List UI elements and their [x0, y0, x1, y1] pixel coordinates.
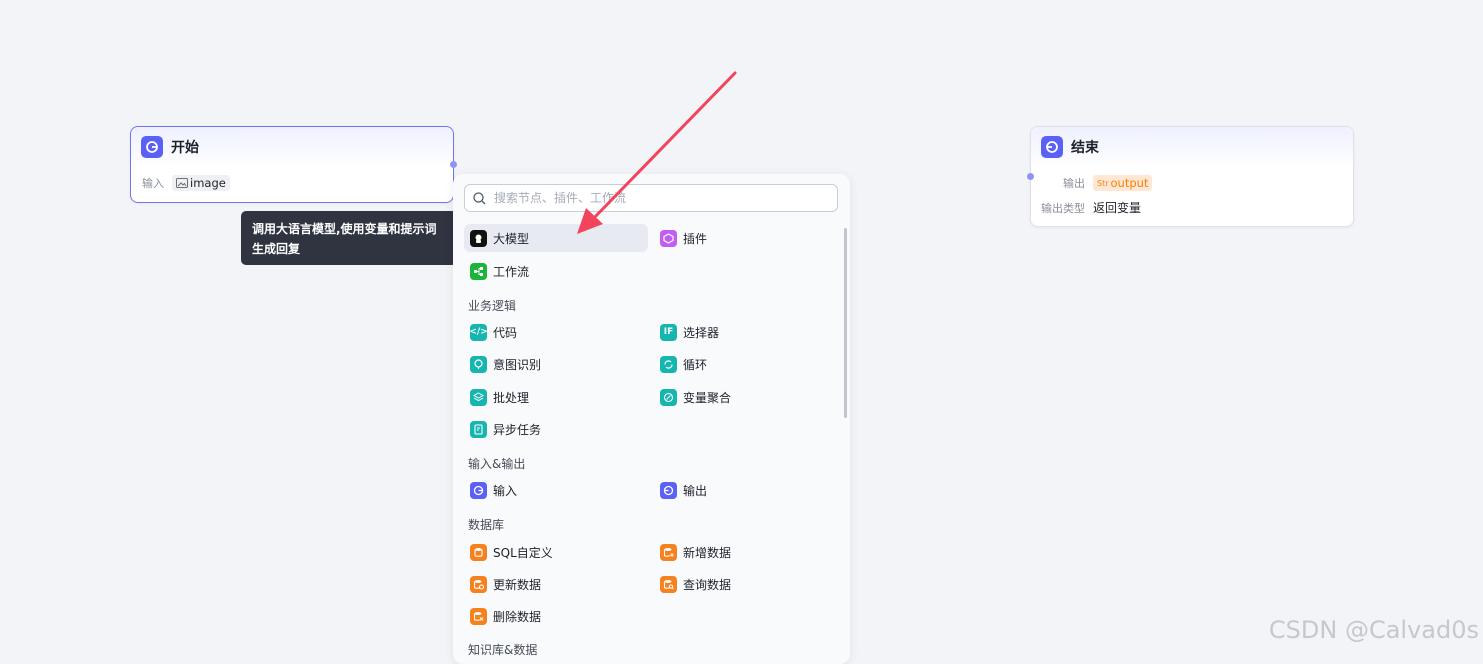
node-item-label: 大模型	[493, 231, 530, 246]
node-item-output[interactable]: 输出	[654, 476, 834, 504]
node-item-variable-aggregate[interactable]: 变量聚合	[654, 383, 834, 411]
start-input-chip: image	[172, 175, 230, 191]
task-icon	[470, 420, 487, 438]
node-item-label: 新增数据	[683, 545, 732, 560]
end-output-type-label: 输出类型	[1041, 201, 1085, 215]
start-input-value: image	[190, 176, 226, 190]
start-node-title: 开始	[171, 140, 199, 156]
node-item-sql[interactable]: SQL自定义	[464, 538, 644, 566]
node-item-label: 循环	[683, 357, 708, 372]
node-item-label: 选择器	[683, 325, 720, 340]
end-node[interactable]: 结束 输出 Str output 输出类型 返回变量	[1030, 126, 1354, 227]
database-delete-icon	[470, 607, 487, 625]
node-item-selector[interactable]: IF 选择器	[654, 318, 834, 346]
node-item-update-data[interactable]: 更新数据	[464, 570, 644, 598]
node-item-label: 查询数据	[683, 577, 732, 592]
end-icon	[1041, 136, 1063, 158]
node-item-delete-data[interactable]: 删除数据	[464, 602, 644, 630]
end-node-header: 结束	[1031, 127, 1353, 167]
search-icon	[473, 191, 486, 204]
end-input-port[interactable]	[1027, 173, 1034, 180]
search-input[interactable]	[492, 190, 826, 206]
end-output-value: output	[1110, 176, 1149, 190]
node-item-input[interactable]: 输入	[464, 476, 644, 504]
database-update-icon	[470, 575, 487, 593]
node-item-label: 变量聚合	[683, 390, 732, 405]
image-icon	[176, 178, 188, 188]
cube-icon	[660, 229, 677, 247]
llm-icon	[470, 229, 487, 247]
node-item-query-data[interactable]: 查询数据	[654, 570, 834, 598]
node-item-label: 异步任务	[493, 422, 542, 437]
aggregate-icon	[660, 388, 677, 406]
node-item-label: 输出	[683, 483, 708, 498]
start-node[interactable]: 开始 输入 image	[130, 126, 454, 203]
llm-tooltip-text: 调用大语言模型,使用变量和提示词生成回复	[252, 222, 437, 256]
string-icon: Str	[1097, 178, 1109, 188]
start-node-header: 开始	[131, 127, 453, 167]
node-item-code[interactable]: </> 代码	[464, 318, 644, 346]
workflow-icon	[470, 262, 487, 280]
node-item-batch[interactable]: 批处理	[464, 383, 644, 411]
section-title-knowledge: 知识库&数据	[468, 643, 538, 657]
node-item-insert-data[interactable]: 新增数据	[654, 538, 834, 566]
loop-icon	[660, 355, 677, 373]
node-item-label: 意图识别	[493, 357, 542, 372]
node-item-workflow[interactable]: 工作流	[464, 257, 644, 285]
end-node-title: 结束	[1071, 140, 1099, 156]
watermark: CSDN @Calvad0s	[1268, 616, 1479, 644]
start-input-label: 输入	[142, 177, 164, 190]
database-icon	[470, 543, 487, 561]
node-item-plugin[interactable]: 插件	[654, 224, 834, 252]
node-item-label: 更新数据	[493, 577, 542, 592]
intent-icon	[470, 355, 487, 373]
node-item-async-task[interactable]: 异步任务	[464, 415, 644, 443]
node-item-label: 批处理	[493, 390, 530, 405]
output-icon	[660, 481, 677, 499]
node-item-intent[interactable]: 意图识别	[464, 350, 644, 378]
node-item-label: SQL自定义	[493, 545, 553, 560]
section-title-business-logic: 业务逻辑	[468, 299, 517, 313]
add-node-panel: 大模型 插件 工作流 业务逻辑 </> 代码 IF 选择器 意图识别 循环	[453, 174, 850, 664]
section-title-database: 数据库	[468, 518, 505, 532]
node-item-label: 删除数据	[493, 609, 542, 624]
node-item-label: 工作流	[493, 264, 530, 279]
llm-tooltip: 调用大语言模型,使用变量和提示词生成回复	[241, 211, 463, 265]
end-output-type-value: 返回变量	[1093, 201, 1142, 215]
node-item-label: 输入	[493, 483, 518, 498]
database-search-icon	[660, 575, 677, 593]
start-output-port[interactable]	[450, 161, 457, 168]
layers-icon	[470, 388, 487, 406]
input-icon	[470, 481, 487, 499]
database-add-icon	[660, 543, 677, 561]
search-box[interactable]	[464, 184, 838, 212]
node-item-label: 代码	[493, 325, 518, 340]
end-output-chip: Str output	[1093, 175, 1153, 191]
section-title-io: 输入&输出	[468, 457, 526, 471]
panel-scrollbar[interactable]	[844, 228, 847, 418]
start-icon	[141, 136, 163, 158]
if-icon: IF	[660, 323, 677, 341]
node-item-loop[interactable]: 循环	[654, 350, 834, 378]
node-item-llm[interactable]: 大模型	[464, 224, 648, 252]
node-item-label: 插件	[683, 231, 708, 246]
code-icon: </>	[469, 323, 488, 341]
end-output-label: 输出	[1063, 177, 1085, 190]
